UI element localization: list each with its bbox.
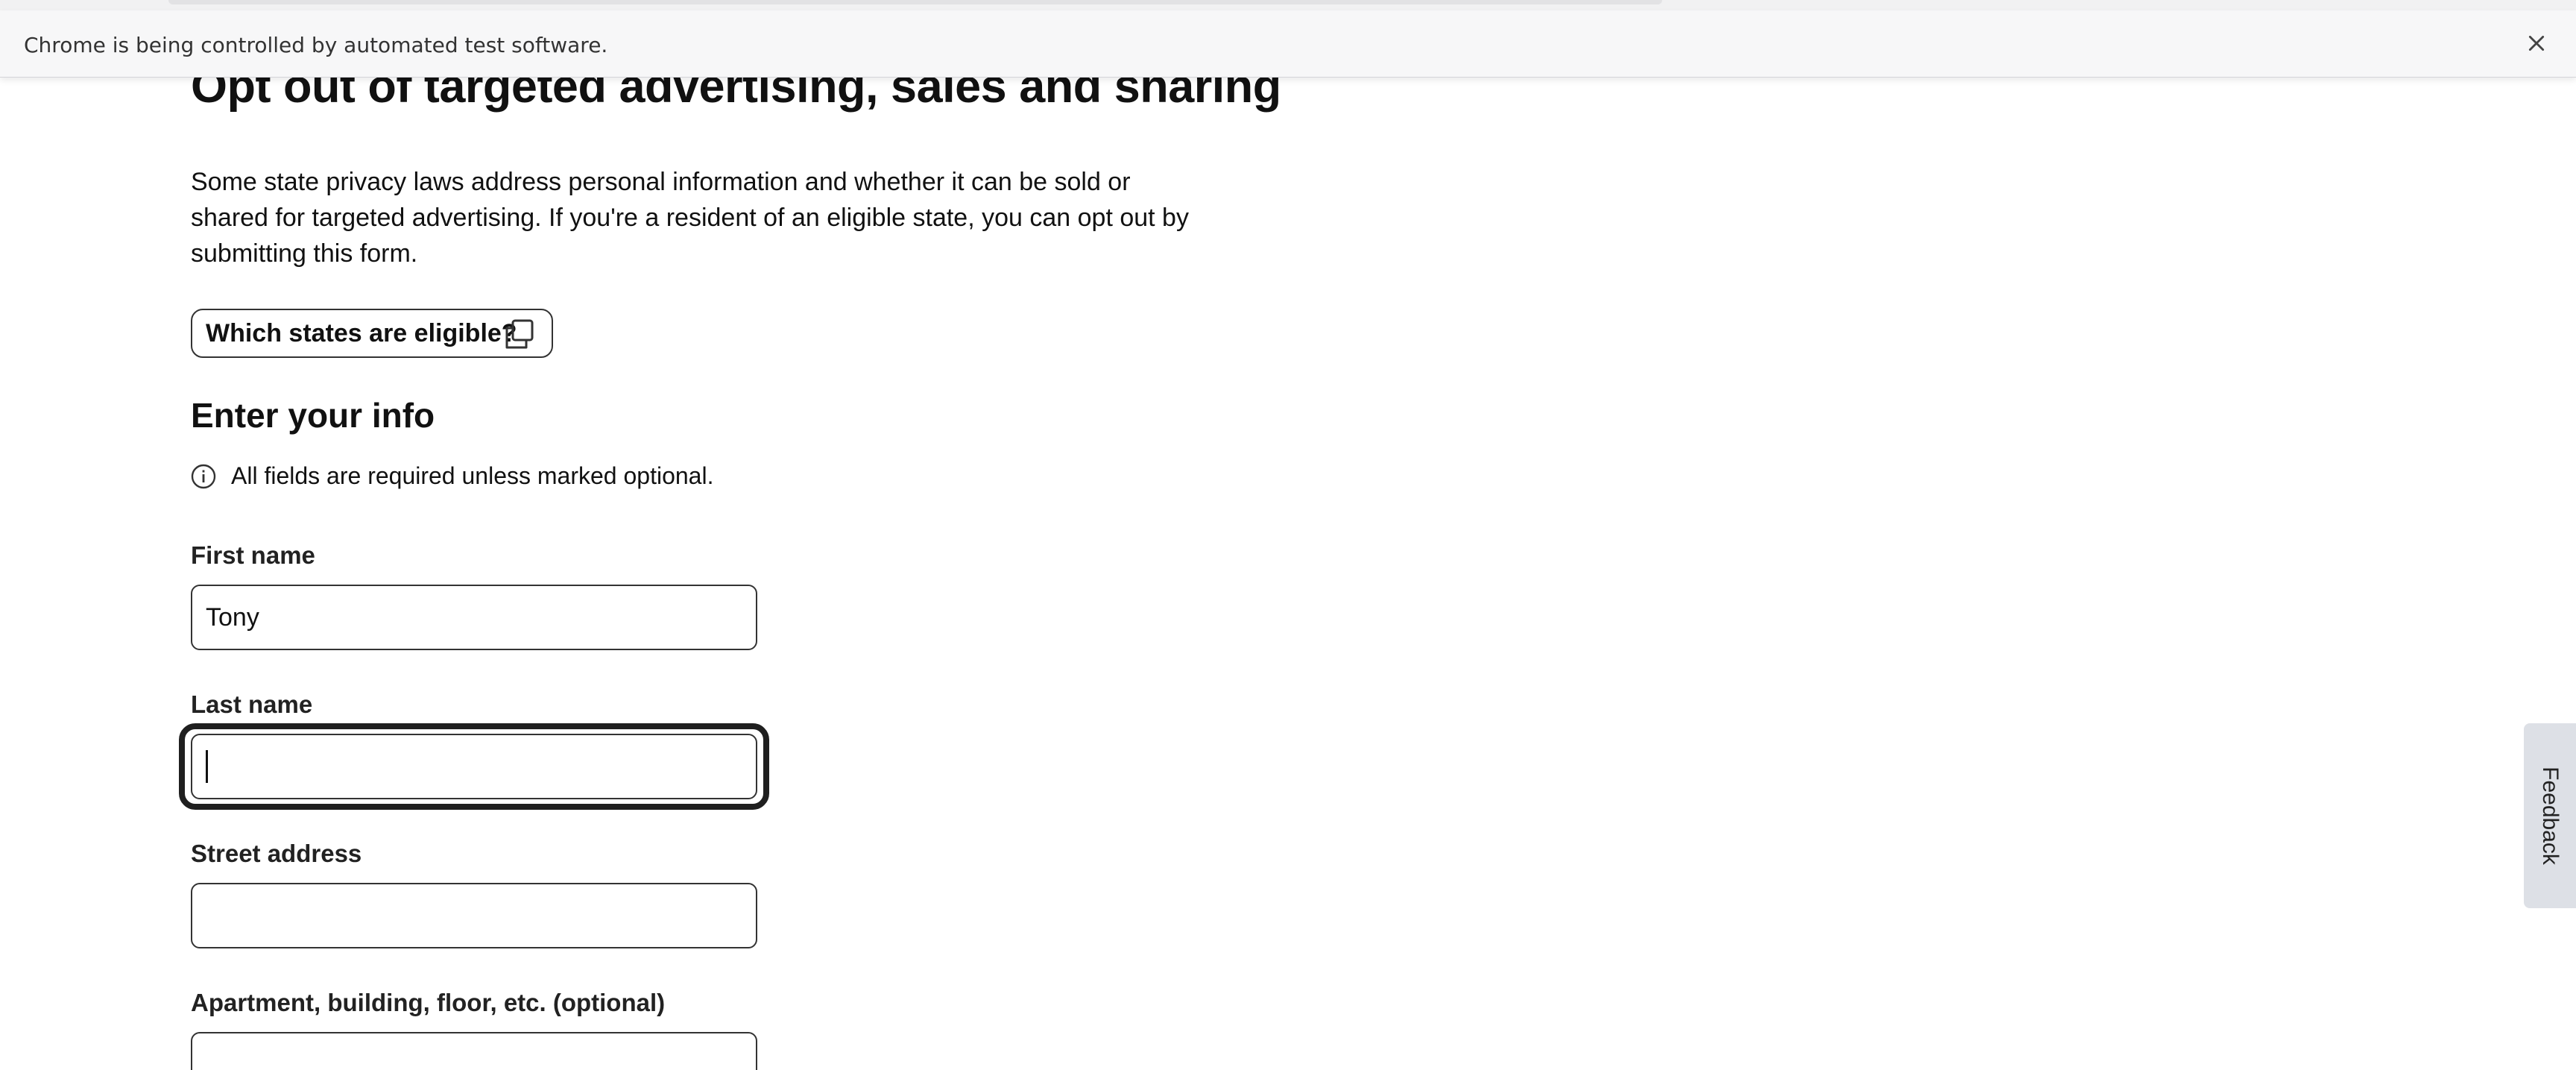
street-address-input[interactable] xyxy=(191,883,757,948)
apartment-input[interactable] xyxy=(191,1032,757,1070)
section-heading: Enter your info xyxy=(191,396,435,435)
required-notice-text: All fields are required unless marked op… xyxy=(231,462,714,489)
required-notice: All fields are required unless marked op… xyxy=(191,462,713,490)
feedback-tab[interactable]: Feedback xyxy=(2524,723,2576,908)
eligible-states-button-label: Which states are eligible? xyxy=(206,318,517,347)
first-name-label: First name xyxy=(191,541,315,569)
automation-infobar: Chrome is being controlled by automated … xyxy=(0,10,2576,78)
browser-top-strip xyxy=(0,0,2576,10)
first-name-input[interactable] xyxy=(191,585,757,650)
address-bar-edge xyxy=(168,0,1662,4)
info-icon xyxy=(191,464,216,488)
copy-icon xyxy=(505,319,534,349)
last-name-label: Last name xyxy=(191,690,313,718)
apartment-label: Apartment, building, floor, etc. (option… xyxy=(191,989,666,1016)
eligible-states-button[interactable]: Which states are eligible? xyxy=(191,309,553,358)
intro-paragraph: Some state privacy laws address personal… xyxy=(191,168,1189,268)
close-icon[interactable] xyxy=(2522,29,2551,57)
feedback-label: Feedback xyxy=(2538,767,2563,865)
automation-message: Chrome is being controlled by automated … xyxy=(24,33,608,57)
last-name-input[interactable] xyxy=(191,734,757,799)
street-address-label: Street address xyxy=(191,840,362,867)
text-caret xyxy=(206,750,208,783)
